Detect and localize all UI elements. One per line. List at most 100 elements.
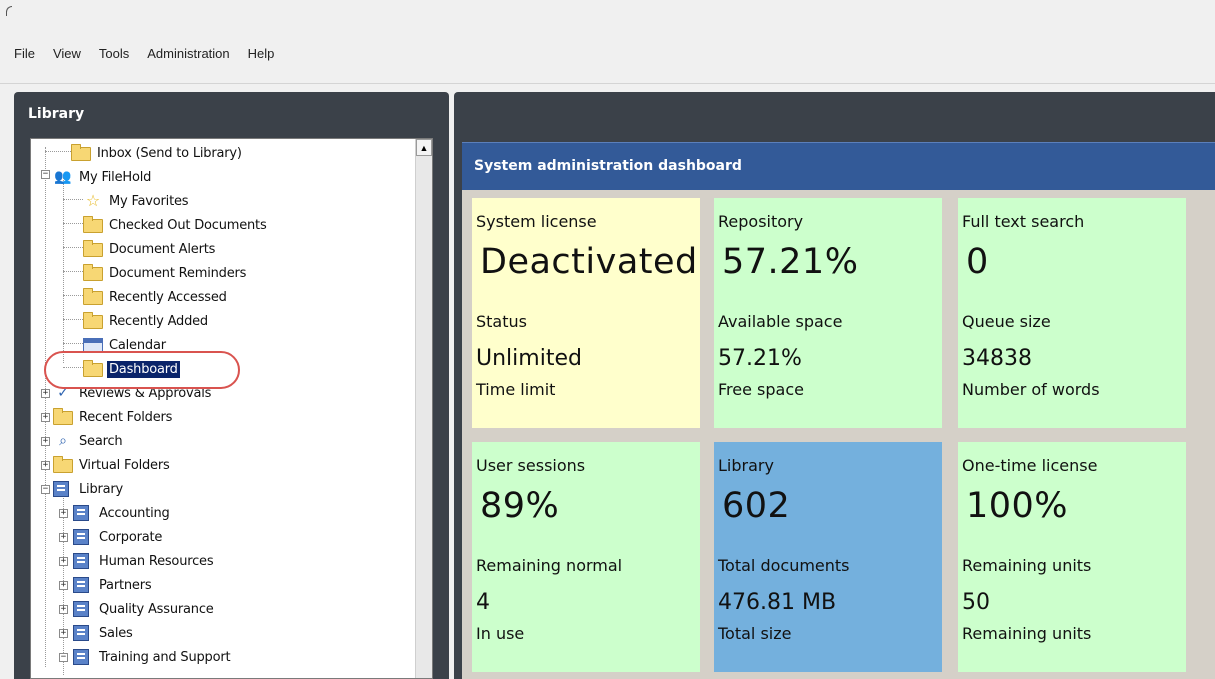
collapse-icon[interactable]: −: [41, 170, 50, 179]
tree-item-my-favorites[interactable]: ☆ My Favorites: [83, 189, 190, 213]
card-subtitle: Queue size: [962, 312, 1051, 331]
tree-item-label: Document Alerts: [109, 241, 216, 257]
tree-item-inbox[interactable]: Inbox (Send to Library): [71, 141, 244, 165]
folder-icon: [83, 264, 103, 281]
tree-item-label: Virtual Folders: [79, 457, 170, 473]
users-icon: 👥: [54, 169, 72, 185]
expand-icon[interactable]: +: [59, 605, 68, 614]
expand-icon[interactable]: +: [59, 629, 68, 638]
tree-item-accounting[interactable]: Accounting: [73, 501, 172, 525]
tree-item-sales[interactable]: Sales: [73, 621, 135, 645]
scroll-up-arrow-icon[interactable]: ▲: [416, 139, 432, 156]
highlight-annotation: [44, 351, 240, 389]
tree-item-document-reminders[interactable]: Document Reminders: [83, 261, 248, 285]
tree-item-label: Corporate: [99, 529, 163, 545]
card-one-time-license: One-time license 100% Remaining units 50…: [958, 442, 1186, 672]
card-subtitle: Remaining units: [962, 556, 1092, 575]
tree-item-label: Library: [79, 481, 124, 497]
dashboard-body: System license Deactivated Status Unlimi…: [462, 190, 1215, 679]
card-mid-value: 57.21%: [718, 346, 802, 371]
tree-item-recently-added[interactable]: Recently Added: [83, 309, 210, 333]
tree-item-corporate[interactable]: Corporate: [73, 525, 164, 549]
tree-line: [45, 147, 46, 667]
tree-item-library[interactable]: Library: [53, 477, 125, 501]
folder-icon: [83, 216, 103, 233]
folders-icon: [53, 408, 73, 425]
card-big-value: 57.21%: [722, 242, 859, 282]
dashboard-header: System administration dashboard: [462, 142, 1215, 190]
cabinet-icon: [73, 505, 89, 521]
menu-file[interactable]: File: [14, 44, 44, 64]
card-mid-value: Unlimited: [476, 346, 582, 371]
card-user-sessions: User sessions 89% Remaining normal 4 In …: [472, 442, 700, 672]
tree-item-recent-folders[interactable]: Recent Folders: [53, 405, 174, 429]
card-title: Library: [718, 456, 774, 475]
tree-item-partners[interactable]: Partners: [73, 573, 153, 597]
expand-icon[interactable]: +: [59, 557, 68, 566]
collapse-icon[interactable]: −: [59, 653, 68, 662]
cabinet-icon: [73, 529, 89, 545]
menu-tools[interactable]: Tools: [90, 44, 138, 64]
tree-item-label: Inbox (Send to Library): [97, 145, 242, 161]
card-title: Repository: [718, 212, 804, 231]
window-corner: [6, 6, 12, 16]
tree-item-recently-accessed[interactable]: Recently Accessed: [83, 285, 229, 309]
card-footer: Free space: [718, 380, 804, 399]
tree-item-training-and-support[interactable]: Training and Support: [73, 645, 232, 669]
card-full-text-search: Full text search 0 Queue size 34838 Numb…: [958, 198, 1186, 428]
collapse-icon[interactable]: −: [41, 485, 50, 494]
tree-item-my-filehold[interactable]: 👥 My FileHold: [53, 165, 153, 189]
cabinet-icon: [73, 601, 89, 617]
tree-item-label: Search: [79, 433, 123, 449]
card-mid-value: 4: [476, 590, 490, 615]
tree-item-label: My Favorites: [109, 193, 189, 209]
tree-item-label: Document Reminders: [109, 265, 247, 281]
tree-scrollbar[interactable]: ▲: [415, 139, 432, 678]
tree-item-label: Checked Out Documents: [109, 217, 267, 233]
card-mid-value: 50: [962, 590, 990, 615]
library-icon: [53, 481, 69, 497]
tree-item-document-alerts[interactable]: Document Alerts: [83, 237, 217, 261]
expand-icon[interactable]: +: [59, 509, 68, 518]
tree-line: [63, 247, 83, 248]
expand-icon[interactable]: +: [59, 581, 68, 590]
expand-icon[interactable]: +: [41, 437, 50, 446]
card-footer: Time limit: [476, 380, 556, 399]
card-footer: In use: [476, 624, 525, 643]
tree-item-label: Recent Folders: [79, 409, 173, 425]
card-big-value: 602: [722, 486, 791, 526]
tree-line: [63, 177, 64, 363]
folder-icon: [83, 312, 103, 329]
cabinet-icon: [73, 625, 89, 641]
menu-view[interactable]: View: [44, 44, 90, 64]
menu-help[interactable]: Help: [239, 44, 284, 64]
cabinet-icon: [73, 553, 89, 569]
tree-item-label: Recently Accessed: [109, 289, 227, 305]
tree-item-checked-out-documents[interactable]: Checked Out Documents: [83, 213, 269, 237]
card-footer: Remaining units: [962, 624, 1092, 643]
card-title: User sessions: [476, 456, 586, 475]
cabinet-icon: [73, 649, 89, 665]
folder-icon: [83, 240, 103, 257]
dashboard-title: System administration dashboard: [474, 158, 742, 174]
tree-line: [63, 223, 83, 224]
tree-item-search[interactable]: ⌕ Search: [53, 429, 124, 453]
expand-icon[interactable]: +: [41, 461, 50, 470]
expand-icon[interactable]: +: [41, 389, 50, 398]
tree-item-label: Quality Assurance: [99, 601, 214, 617]
card-big-value: Deactivated: [480, 242, 698, 282]
tree-item-label: Recently Added: [109, 313, 208, 329]
tree-item-label: Accounting: [99, 505, 170, 521]
expand-icon[interactable]: +: [59, 533, 68, 542]
card-footer: Number of words: [962, 380, 1100, 399]
card-subtitle: Available space: [718, 312, 843, 331]
folder-icon: [71, 144, 91, 161]
card-repository: Repository 57.21% Available space 57.21%…: [714, 198, 942, 428]
tree-item-human-resources[interactable]: Human Resources: [73, 549, 215, 573]
expand-icon[interactable]: +: [41, 413, 50, 422]
tree-item-quality-assurance[interactable]: Quality Assurance: [73, 597, 216, 621]
tree-item-virtual-folders[interactable]: Virtual Folders: [53, 453, 172, 477]
tree-item-label: Sales: [99, 625, 133, 641]
menu-administration[interactable]: Administration: [138, 44, 238, 64]
menu-strip: File View Tools Administration Help: [0, 0, 1215, 84]
